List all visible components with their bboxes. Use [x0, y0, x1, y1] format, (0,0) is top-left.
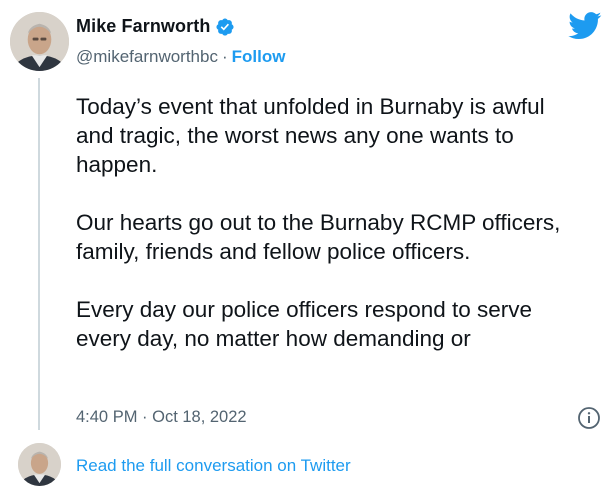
avatar-small-image [18, 443, 61, 486]
tweet-paragraph: Today’s event that unfolded in Burnaby i… [76, 94, 545, 177]
thread-connector-line [38, 78, 40, 430]
tweet-paragraph: Our hearts go out to the Burnaby RCMP of… [76, 210, 561, 264]
handle-separator: · [221, 47, 228, 66]
embedded-tweet-card: Mike Farnworth @mikefarnworthbc · Follow… [0, 0, 610, 493]
author-avatar[interactable] [10, 12, 69, 71]
tweet-paragraph: Every day our police officers respond to… [76, 297, 533, 351]
info-icon[interactable] [577, 406, 601, 430]
tweet-timestamp[interactable]: 4:40 PM · Oct 18, 2022 [76, 408, 247, 427]
read-full-conversation-link[interactable]: Read the full conversation on Twitter [76, 456, 351, 476]
twitter-bird-icon[interactable] [568, 12, 602, 40]
author-handle-row: @mikefarnworthbc · Follow [76, 47, 285, 67]
author-name-row: Mike Farnworth [76, 16, 235, 37]
tweet-body: Today’s event that unfolded in Burnaby i… [76, 92, 576, 392]
verified-badge-icon [216, 17, 234, 36]
author-avatar-small[interactable] [18, 443, 61, 486]
follow-button[interactable]: Follow [232, 47, 286, 67]
author-handle[interactable]: @mikefarnworthbc [76, 47, 218, 67]
author-display-name[interactable]: Mike Farnworth [76, 16, 210, 37]
avatar-image [10, 12, 69, 71]
